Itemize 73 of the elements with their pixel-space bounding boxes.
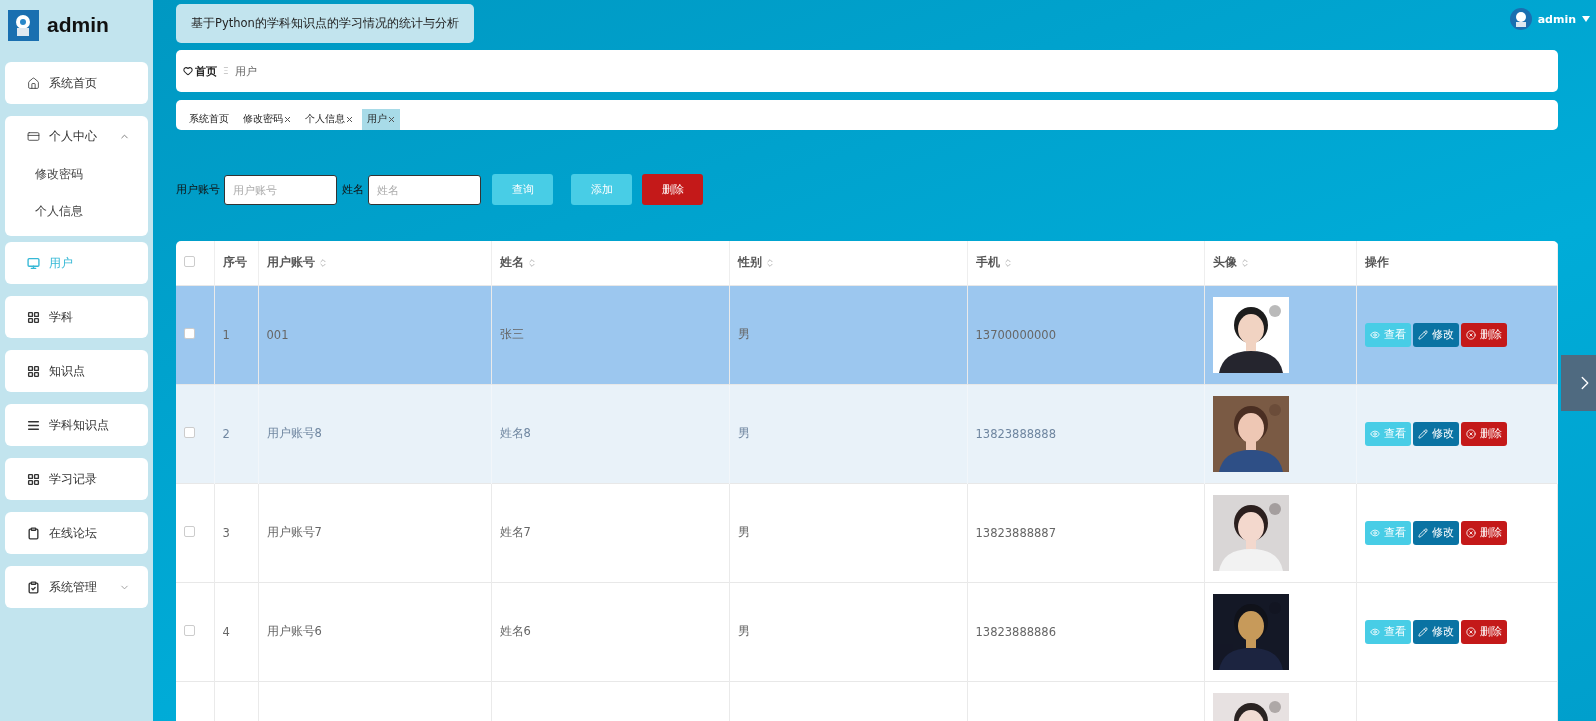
page-tab[interactable]: 修改密码 [238,109,296,130]
page-tab[interactable]: 个人信息 [300,109,358,130]
grid-icon [27,364,40,378]
menu-item[interactable]: 个人中心 [5,116,148,156]
table-row[interactable]: 1 001 张三 男 13700000000 查看 修改 删除 [176,285,1558,384]
pencil-icon [1417,428,1428,439]
eye-icon [1369,527,1380,538]
sort-icon[interactable] [764,257,775,268]
checkbox[interactable] [184,327,195,339]
search-field[interactable]: 姓名 [368,174,481,205]
monitor-icon [27,256,40,270]
delete-button[interactable]: 删除 [1460,421,1507,446]
home-icon [27,76,40,90]
edit-button[interactable]: 修改 [1412,322,1459,347]
field-label: 用户账号 [176,182,220,197]
close-icon[interactable] [388,116,395,123]
dropdown-icon[interactable] [1582,16,1590,22]
table-row[interactable]: 2 用户账号8 姓名8 男 13823888888 查看 修改 删除 [176,384,1558,483]
grid-icon [27,310,40,324]
checkbox[interactable] [184,525,195,537]
circle-x-icon [1465,527,1476,538]
grid-icon [27,472,40,486]
edit-button[interactable]: 修改 [1412,520,1459,545]
submenu-item[interactable]: 修改密码 [5,156,148,193]
delete-button[interactable]: 删除 [1460,322,1507,347]
page-tab[interactable]: 用户 [362,109,400,130]
clipboard-icon [27,526,40,540]
card-icon [27,129,40,143]
breadcrumb-home[interactable]: 首页 [183,63,217,79]
menu-item[interactable]: 知识点 [5,350,148,392]
close-icon[interactable] [346,116,353,123]
circle-x-icon [1465,329,1476,340]
menu-item[interactable]: 系统管理 [5,566,148,608]
delete-button[interactable]: 删除 [642,174,703,205]
list-icon [27,418,40,432]
eye-icon [1369,626,1380,637]
system-title: 基于Python的学科知识点的学习情况的统计与分析 [176,4,474,43]
search-field[interactable]: 用户账号 [224,174,337,205]
pencil-icon [1417,329,1428,340]
sort-icon[interactable] [1239,257,1250,268]
delete-button[interactable]: 删除 [1460,619,1507,644]
checkbox[interactable] [184,255,195,267]
field-label: 姓名 [342,182,364,197]
menu-item[interactable]: 学习记录 [5,458,148,500]
edit-button[interactable]: 修改 [1412,421,1459,446]
pencil-icon [1417,626,1428,637]
circle-x-icon [1465,626,1476,637]
menu-item[interactable]: 在线论坛 [5,512,148,554]
pencil-icon [1417,527,1428,538]
sort-icon[interactable] [526,257,537,268]
logo-icon [8,9,39,41]
submenu-item[interactable]: 个人信息 [5,193,148,230]
page-tab[interactable]: 系统首页 [184,109,234,130]
sort-icon[interactable] [1002,257,1013,268]
eye-icon [1369,428,1380,439]
heart-icon [183,66,193,76]
breadcrumb-current: 用户 [234,63,257,79]
user-avatar-icon [1509,8,1532,30]
sort-icon[interactable] [317,257,328,268]
checkbox[interactable] [184,624,195,636]
menu-item[interactable]: 学科知识点 [5,404,148,446]
menu-item[interactable]: 学科 [5,296,148,338]
delete-button[interactable]: 删除 [1460,520,1507,545]
table-row[interactable]: 3 用户账号7 姓名7 男 13823888887 查看 修改 删除 [176,483,1558,582]
table-row[interactable]: 4 用户账号6 姓名6 男 13823888886 查看 修改 删除 [176,582,1558,681]
edit-button[interactable]: 修改 [1412,619,1459,644]
brand-title: admin [47,13,109,37]
checkbox[interactable] [184,426,195,438]
close-icon[interactable] [284,116,291,123]
eye-icon [1369,329,1380,340]
menu-item[interactable]: 系统首页 [5,62,148,104]
clipboard-check-icon [27,580,40,594]
circle-x-icon [1465,428,1476,439]
